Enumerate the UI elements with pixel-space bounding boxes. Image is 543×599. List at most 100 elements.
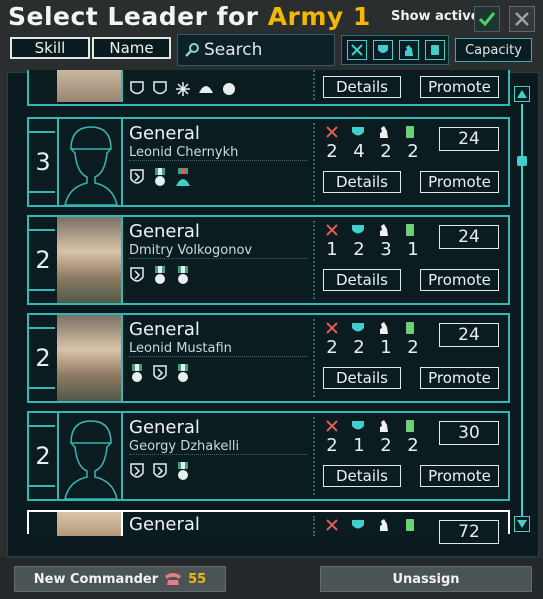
- trait-medal-icon[interactable]: [129, 363, 145, 385]
- trait-shield-icon[interactable]: [129, 461, 145, 483]
- helmet-icon[interactable]: [198, 78, 214, 100]
- supply-icon: [431, 45, 439, 55]
- scroll-down-button[interactable]: [514, 516, 530, 532]
- details-button[interactable]: Details: [323, 465, 401, 487]
- defense-icon: [352, 127, 364, 136]
- leader-cost: 24: [439, 323, 499, 347]
- sort-name-button[interactable]: Name: [92, 37, 171, 59]
- trait-shield-icon[interactable]: [152, 461, 168, 483]
- leader-card[interactable]: 3 General Leonid Chernykh 2 4 2 2 24 Details Prom…: [27, 117, 510, 207]
- list-scrollbar[interactable]: [514, 86, 530, 534]
- logistics-value: 2: [407, 337, 419, 358]
- leader-rank: 2: [29, 315, 59, 401]
- new-commander-button[interactable]: New Commander 55: [14, 566, 226, 592]
- rank-value: 2: [35, 442, 51, 470]
- leader-card[interactable]: 2 General Leonid Mustafin 2 2 1 2 24 Details Prom…: [27, 313, 510, 403]
- defense-icon: [352, 421, 364, 430]
- attack-icon: [326, 126, 338, 138]
- trait-medal-icon[interactable]: [152, 265, 168, 287]
- planning-icon: [380, 224, 388, 236]
- promote-button[interactable]: Promote: [420, 269, 499, 291]
- trait-medal-icon[interactable]: [152, 167, 168, 189]
- planning-icon: [380, 420, 388, 432]
- scroll-up-button[interactable]: [514, 86, 530, 102]
- defense-value: 1: [353, 435, 365, 456]
- leader-rank: 3: [29, 119, 59, 205]
- defense-value: 2: [353, 239, 365, 260]
- trait-shield-icon[interactable]: [129, 265, 145, 287]
- sort-skill-button[interactable]: Skill: [10, 37, 90, 59]
- logistics-icon: [406, 519, 414, 531]
- promote-button[interactable]: Promote: [420, 76, 499, 98]
- card-divider: [313, 417, 315, 495]
- details-button[interactable]: Details: [323, 269, 401, 291]
- promote-button[interactable]: Promote: [420, 465, 499, 487]
- attack-value: 2: [326, 337, 338, 358]
- planning-value: 1: [380, 337, 392, 358]
- leader-card[interactable]: 2 General Georgy Dzhakelli 2 1 2 2 30 Details Pro…: [27, 411, 510, 501]
- leader-stats: [325, 518, 429, 534]
- rank-value: 2: [35, 344, 51, 372]
- trait-medal-icon[interactable]: [175, 363, 191, 385]
- window-title: Select Leader for Army 1: [8, 2, 371, 31]
- leader-stats: 1231: [325, 223, 429, 260]
- show-active-checkbox[interactable]: [474, 6, 500, 32]
- trait-list: [129, 363, 191, 385]
- leader-rank: 2: [29, 217, 59, 303]
- leader-cost: 24: [439, 225, 499, 249]
- filter-planning-button[interactable]: [399, 40, 419, 60]
- promote-button[interactable]: Promote: [420, 367, 499, 389]
- promote-button[interactable]: Promote: [420, 171, 499, 193]
- search-input[interactable]: Search: [177, 34, 335, 66]
- title-prefix: Select Leader for: [8, 2, 268, 31]
- defense-icon: [352, 225, 364, 234]
- filter-logistics-button[interactable]: [425, 40, 445, 60]
- leader-card-partial-bottom[interactable]: General 72: [27, 510, 510, 544]
- details-button[interactable]: Details: [323, 367, 401, 389]
- card-divider: [313, 123, 315, 201]
- new-commander-label: New Commander: [33, 571, 159, 587]
- leader-portrait: [57, 70, 123, 102]
- filter-attack-button[interactable]: [347, 40, 367, 60]
- trait-medal-icon[interactable]: [175, 461, 191, 483]
- trait-shield-icon[interactable]: [129, 167, 145, 189]
- close-button[interactable]: [509, 6, 535, 32]
- leader-card-partial-top[interactable]: Details Promote: [27, 70, 510, 106]
- logistics-icon: [406, 224, 414, 236]
- details-button[interactable]: Details: [323, 171, 401, 193]
- leader-name: Dmitry Volkogonov: [129, 243, 307, 259]
- globe-icon[interactable]: [221, 78, 237, 100]
- logistics-value: 2: [407, 141, 419, 162]
- snowflake-icon[interactable]: [175, 78, 191, 100]
- trait-list: [129, 78, 237, 100]
- trait-medal-icon[interactable]: [175, 265, 191, 287]
- trait-helmet-icon[interactable]: [175, 167, 191, 189]
- scroll-thumb[interactable]: [517, 156, 527, 166]
- leader-portrait: [57, 119, 123, 205]
- unassign-button[interactable]: Unassign: [320, 566, 532, 592]
- logistics-value: 1: [407, 239, 419, 260]
- defense-value: 2: [353, 337, 365, 358]
- card-divider: [313, 319, 315, 397]
- attack-icon: [326, 224, 338, 236]
- army-name: Army 1: [267, 2, 371, 31]
- leader-card[interactable]: 2 General Dmitry Volkogonov 1 2 3 1 24 Details Pr…: [27, 215, 510, 305]
- attack-value: 2: [326, 141, 338, 162]
- leader-stats: 2422: [325, 125, 429, 162]
- capacity-button[interactable]: Capacity: [455, 38, 532, 62]
- planning-value: 2: [380, 141, 392, 162]
- leader-rank-title: General: [129, 319, 200, 340]
- silhouette-icon: [64, 420, 118, 499]
- leader-stats: 2122: [325, 419, 429, 456]
- details-button[interactable]: Details: [323, 76, 401, 98]
- trait-shield-icon[interactable]: [152, 363, 168, 385]
- trait-shield-icon[interactable]: [129, 78, 145, 100]
- shield-icon: [378, 45, 388, 53]
- leader-cost: 30: [439, 421, 499, 445]
- show-active-label: Show active: [391, 9, 480, 24]
- checkmark-icon: [478, 12, 496, 27]
- card-divider: [313, 516, 315, 536]
- planning-icon: [380, 519, 388, 531]
- trait-shield-icon[interactable]: [152, 78, 168, 100]
- filter-defense-button[interactable]: [373, 40, 393, 60]
